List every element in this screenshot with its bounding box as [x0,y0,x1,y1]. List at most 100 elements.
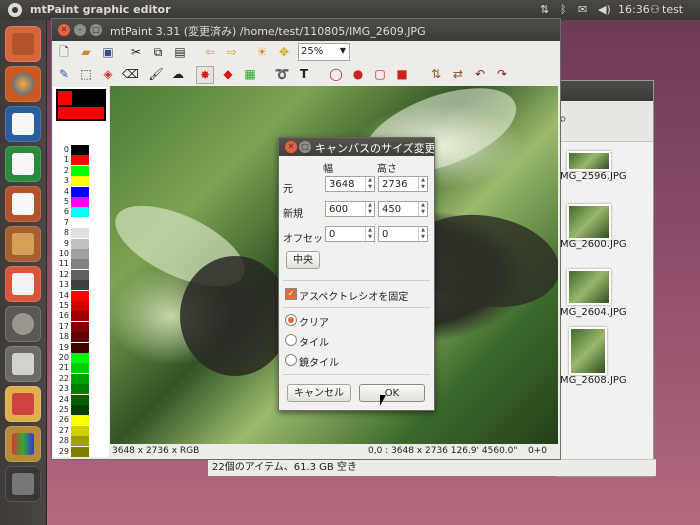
palette-row[interactable]: 11 [53,259,109,270]
palette-color-swatch[interactable] [71,165,89,176]
palette-row[interactable]: 13 [53,280,109,291]
center-button[interactable]: 中央 [286,251,320,269]
palette-row[interactable]: 27 [53,425,109,436]
palette-row[interactable]: 7 [53,217,109,228]
pencil-icon[interactable]: ✎ [56,66,72,82]
workspaces-icon[interactable] [5,466,41,502]
palette-color-swatch[interactable] [71,197,89,207]
maximize-icon[interactable]: □ [90,24,102,36]
aspect-ratio-checkbox[interactable]: ✓ [285,288,297,300]
writer-icon[interactable] [5,106,41,142]
palette-color-swatch[interactable] [71,145,89,155]
thumbnail[interactable] [569,327,607,375]
color-a-swatch[interactable] [58,91,72,105]
copy-icon[interactable]: ⧉ [150,44,166,60]
palette-color-swatch[interactable] [71,394,89,405]
ellipse-icon[interactable]: ◯ [328,66,344,82]
undo-icon[interactable]: ⇦ [202,44,218,60]
palette-color-swatch[interactable] [71,155,89,166]
minimize-icon[interactable]: – [74,24,86,36]
palette-row[interactable]: 19 [53,342,109,353]
network-icon[interactable]: ⇅ [540,3,549,16]
palette-row[interactable]: 8 [53,228,109,239]
color-swatch[interactable] [56,89,106,121]
palette-color-swatch[interactable] [71,301,89,311]
new-file-icon[interactable]: 🗋 [56,44,72,60]
open-folder-icon[interactable]: ▰ [78,44,94,60]
palette-row[interactable]: 21 [53,363,109,374]
thumbnail[interactable] [567,204,611,240]
palette-color-swatch[interactable] [71,176,89,187]
palette-row[interactable]: 3 [53,176,109,187]
palette-color-swatch[interactable] [71,311,89,322]
select-icon[interactable]: ⬚ [78,66,94,82]
palette-row[interactable]: 17 [53,321,109,332]
palette-color-swatch[interactable] [71,249,89,259]
offset-y-field[interactable]: 0 ▲ ▼ [378,226,428,242]
palette-row[interactable]: 26 [53,415,109,426]
spin-arrows-icon[interactable]: ▲ ▼ [365,202,374,216]
thumbnail[interactable] [567,151,611,171]
file-label[interactable]: IMG_2596.JPG [557,171,627,182]
paste-icon[interactable]: ▤ [172,44,188,60]
move-icon[interactable]: ✥ [276,44,292,60]
volume-icon[interactable]: ◀) [598,3,611,16]
rotate-right-icon[interactable]: ↷ [494,66,510,82]
close-icon[interactable]: ✕ [58,24,70,36]
ubuntu-logo-icon[interactable] [8,3,22,17]
paint-icon[interactable] [5,386,41,422]
palette-row[interactable]: 12 [53,269,109,280]
flip-horizontal-icon[interactable]: ⇄ [450,66,466,82]
redo-icon[interactable]: ⇨ [224,44,240,60]
palette-color-swatch[interactable] [71,342,89,353]
new-width-field[interactable]: 600 ▲ ▼ [325,201,375,217]
rotate-left-icon[interactable]: ↶ [472,66,488,82]
palette-row[interactable]: 14 [53,290,109,301]
filled-rectangle-icon[interactable]: ■ [394,66,410,82]
palette-color-swatch[interactable] [71,321,89,332]
cancel-button[interactable]: キャンセル [287,384,351,402]
palette-row[interactable]: 2 [53,165,109,176]
palette-color-swatch[interactable] [71,363,89,374]
text-icon[interactable]: T [296,66,312,82]
color-b-swatch[interactable] [58,107,104,119]
smudge-icon[interactable]: ☁ [170,66,186,82]
bluetooth-icon[interactable]: ᛒ [560,3,567,16]
rectangle-icon[interactable]: ▢ [372,66,388,82]
palette-color-swatch[interactable] [71,207,89,218]
flip-vertical-icon[interactable]: ⇅ [428,66,444,82]
ok-button[interactable]: OK [359,384,425,402]
spray-icon[interactable]: ✸ [196,66,214,84]
palette-row[interactable]: 22 [53,373,109,384]
spin-arrows-icon[interactable]: ▲ ▼ [418,227,427,241]
palette-row[interactable]: 15 [53,301,109,311]
mirror-tile-radio[interactable] [285,354,297,366]
palette-color-swatch[interactable] [71,415,89,426]
tile-radio[interactable] [285,334,297,346]
firefox-icon[interactable] [5,66,41,102]
palette-color-swatch[interactable] [71,290,89,301]
palette-row[interactable]: 6 [53,207,109,218]
palette-color-swatch[interactable] [71,405,89,415]
palette-color-swatch[interactable] [71,373,89,384]
brightness-icon[interactable]: ☀ [254,44,270,60]
palette-row[interactable]: 23 [53,384,109,395]
home-folder-icon[interactable] [5,26,41,62]
palette-color-swatch[interactable] [71,332,89,343]
palette-row[interactable]: 24 [53,394,109,405]
palette-color-swatch[interactable] [71,280,89,291]
file-label[interactable]: IMG_2600.JPG [557,239,627,250]
eraser-icon[interactable]: ⌫ [122,66,139,82]
chevron-down-icon[interactable]: ▼ [338,44,348,58]
palette-row[interactable]: 20 [53,353,109,363]
palette-row[interactable]: 5 [53,197,109,207]
clear-radio[interactable] [285,314,297,326]
palette-row[interactable]: 18 [53,332,109,343]
lasso-icon[interactable]: ➰ [274,66,290,82]
palette-color-swatch[interactable] [71,238,89,249]
offset-x-field[interactable]: 0 ▲ ▼ [325,226,375,242]
save-icon[interactable]: ▣ [100,44,116,60]
ubuntu-one-icon[interactable] [5,266,41,302]
gimp-icon[interactable] [5,306,41,342]
palette-row[interactable]: 16 [53,311,109,322]
